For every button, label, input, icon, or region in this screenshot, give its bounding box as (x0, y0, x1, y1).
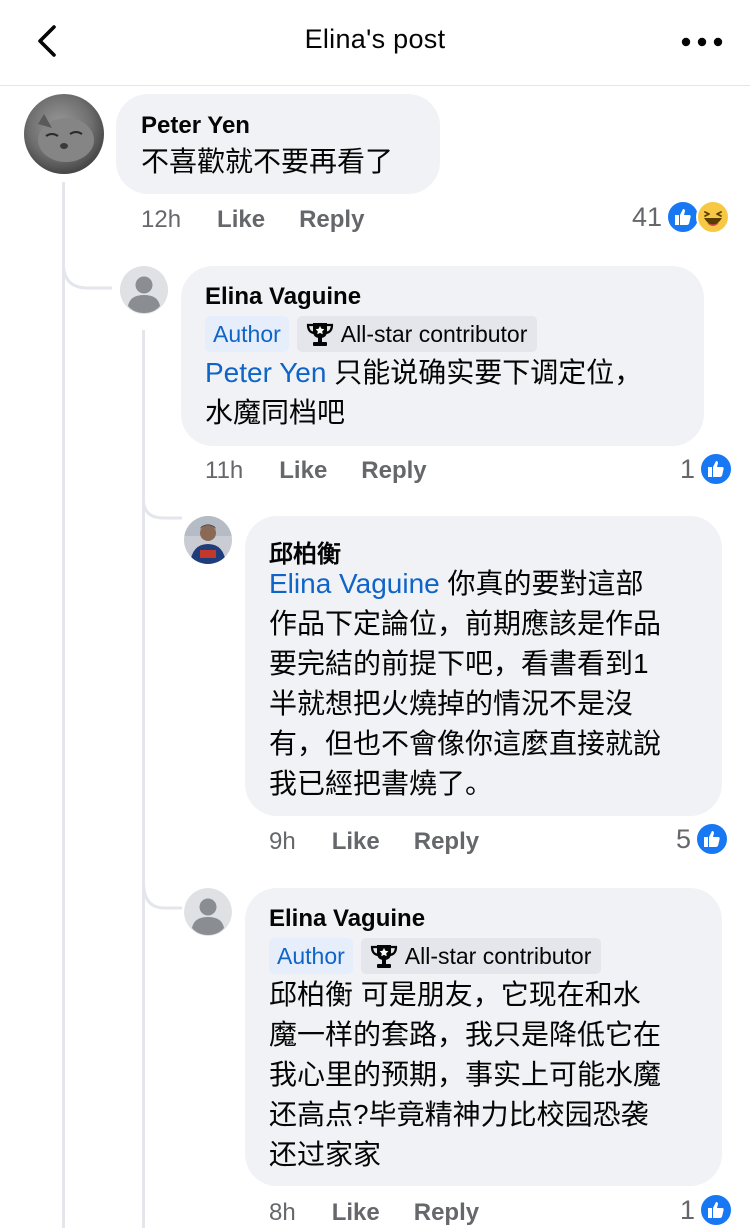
page-title: Elina's post (304, 24, 446, 54)
more-horizontal-icon[interactable] (678, 20, 726, 64)
comment-time: 9h (269, 828, 296, 855)
mention-link[interactable]: Elina Vaguine (269, 568, 440, 599)
like-icon (695, 822, 730, 856)
thread-branch (142, 480, 182, 520)
reaction-summary[interactable]: 1 (680, 1193, 734, 1227)
avatar[interactable] (24, 94, 104, 174)
avatar[interactable] (184, 888, 232, 936)
trophy-icon (306, 323, 333, 346)
badge-label: All-star contributor (404, 942, 592, 969)
thread-branch (142, 862, 182, 910)
author-badges: Author All-star contributor (205, 316, 538, 352)
reaction-count: 1 (680, 1194, 696, 1225)
comment-author[interactable]: Elina Vaguine (269, 905, 425, 933)
author-tag: Author (269, 938, 353, 974)
comment-text-line: 只能说确实要下调定位， (326, 357, 643, 388)
author-tag: Author (205, 316, 289, 352)
thread-line (142, 330, 145, 1228)
default-user-icon (184, 888, 232, 936)
like-icon (699, 452, 734, 486)
reaction-summary[interactable]: 1 (680, 452, 734, 486)
thread-branch (62, 246, 112, 290)
avatar[interactable] (184, 516, 232, 564)
comment-text: Elina Vaguine 你真的要對這部 (269, 564, 644, 604)
comment-actions: 9h Like Reply (269, 828, 513, 856)
like-button[interactable]: Like (332, 1199, 380, 1227)
reaction-summary[interactable]: 41 (632, 200, 731, 234)
top-bar: Elina's post (0, 0, 750, 86)
comment-actions: 11h Like Reply (205, 457, 461, 485)
cat-avatar-icon (24, 94, 104, 174)
reply-button[interactable]: Reply (414, 828, 479, 856)
like-button[interactable]: Like (217, 206, 265, 234)
like-button[interactable]: Like (279, 457, 327, 485)
comment-text-line: 水魔同档吧 (205, 397, 346, 428)
all-star-badge: All-star contributor (296, 316, 538, 352)
reaction-count: 41 (632, 201, 663, 232)
like-button[interactable]: Like (332, 828, 380, 856)
all-star-badge: All-star contributor (360, 938, 602, 974)
comment-text: Peter Yen 只能说确实要下调定位， (205, 353, 642, 393)
reaction-summary[interactable]: 5 (676, 822, 730, 856)
comment-author[interactable]: Peter Yen (141, 112, 250, 140)
comment-text: 不喜歡就不要再看了 (141, 146, 394, 177)
avatar[interactable] (120, 266, 168, 314)
reply-button[interactable]: Reply (414, 1199, 479, 1227)
reaction-count: 1 (680, 453, 696, 484)
reaction-count: 5 (676, 823, 692, 854)
comment-time: 12h (141, 206, 182, 233)
like-icon (666, 200, 701, 234)
comment-text: 邱柏衡 可是朋友，它现在和水 魔一样的套路，我只是降低它在 我心里的预期，事实上… (269, 979, 662, 1170)
comment-time: 11h (205, 457, 244, 484)
comment-text-line: 你真的要對這部 (439, 568, 644, 599)
reply-button[interactable]: Reply (361, 457, 426, 485)
trophy-icon (370, 945, 397, 968)
comment-text: 作品下定論位，前期應該是作品 要完結的前提下吧，看書看到1 半就想把火燒掉的情況… (269, 608, 662, 799)
like-icon (699, 1193, 734, 1227)
comment-time: 8h (269, 1199, 296, 1226)
mention-link[interactable]: Peter Yen (205, 357, 326, 388)
haha-icon (696, 200, 731, 234)
comment-actions: 8h Like Reply (269, 1199, 513, 1227)
badge-label: All-star contributor (340, 320, 528, 347)
default-user-icon (120, 266, 168, 314)
comment-actions: 12h Like Reply (141, 206, 398, 234)
user-photo-icon (184, 516, 232, 564)
thread-line (62, 182, 65, 1228)
reply-button[interactable]: Reply (299, 206, 364, 234)
author-badges: Author All-star contributor (269, 938, 602, 974)
comment-author[interactable]: Elina Vaguine (205, 283, 361, 311)
